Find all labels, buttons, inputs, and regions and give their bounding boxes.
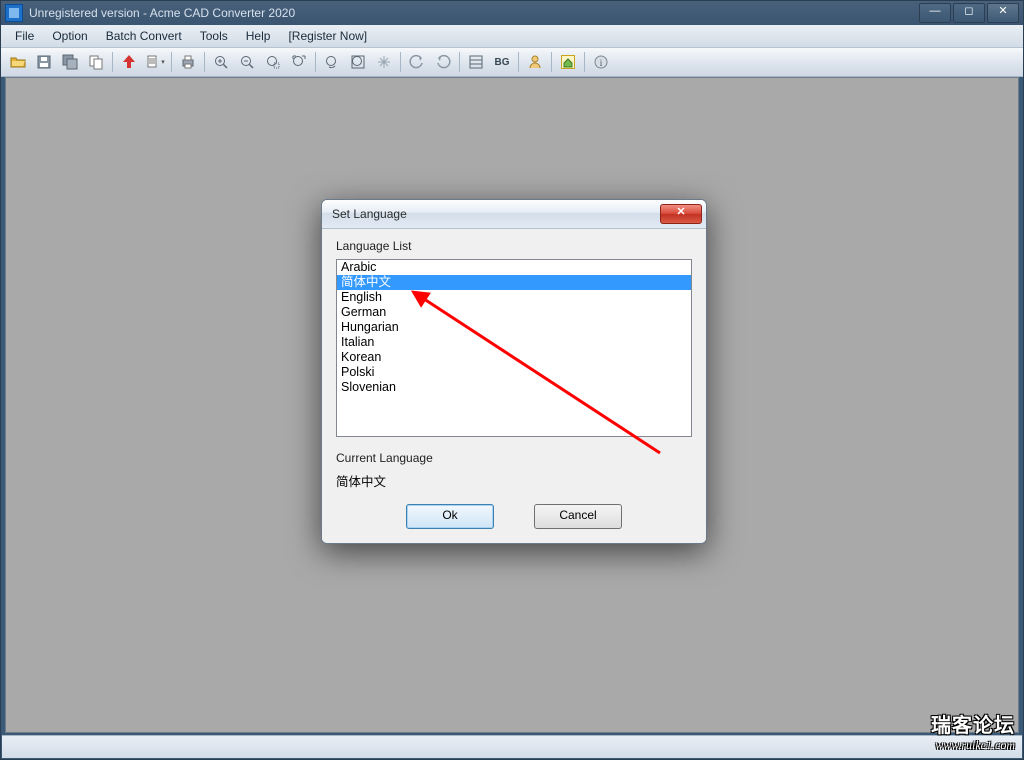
toolbar: ▾ BG i bbox=[1, 48, 1023, 77]
user-icon[interactable] bbox=[523, 50, 547, 74]
zoom-out-icon[interactable] bbox=[235, 50, 259, 74]
menu-option[interactable]: Option bbox=[44, 27, 95, 45]
watermark-text-1: 瑞客论坛 bbox=[931, 709, 1015, 738]
maximize-button[interactable]: ◻ bbox=[953, 3, 985, 23]
menu-help[interactable]: Help bbox=[238, 27, 279, 45]
toolbar-separator bbox=[204, 52, 205, 72]
watermark-text-2: www.ruike1.com bbox=[931, 738, 1015, 753]
pdf-export-icon[interactable] bbox=[117, 50, 141, 74]
zoom-extents-icon[interactable] bbox=[287, 50, 311, 74]
rotate-right-icon[interactable] bbox=[431, 50, 455, 74]
toolbar-separator bbox=[584, 52, 585, 72]
print-icon[interactable] bbox=[176, 50, 200, 74]
document-dropdown-icon[interactable]: ▾ bbox=[143, 50, 167, 74]
dialog-button-row: Ok Cancel bbox=[336, 504, 692, 529]
dialog-titlebar[interactable]: Set Language ✕ bbox=[322, 200, 706, 229]
toolbar-separator bbox=[171, 52, 172, 72]
watermark: 瑞客论坛 www.ruike1.com bbox=[931, 709, 1015, 753]
bg-color-button[interactable]: BG bbox=[490, 50, 514, 74]
current-language-value: 简体中文 bbox=[336, 471, 692, 490]
menu-file[interactable]: File bbox=[7, 27, 42, 45]
titlebar: Unregistered version - Acme CAD Converte… bbox=[1, 1, 1023, 25]
dialog-title: Set Language bbox=[332, 207, 660, 221]
menu-batch-convert[interactable]: Batch Convert bbox=[98, 27, 190, 45]
ok-button[interactable]: Ok bbox=[406, 504, 494, 529]
language-option[interactable]: Arabic bbox=[337, 260, 691, 275]
language-option[interactable]: 简体中文 bbox=[337, 275, 691, 290]
current-language-label: Current Language bbox=[336, 451, 692, 465]
language-option[interactable]: Polski bbox=[337, 365, 691, 380]
language-list-label: Language List bbox=[336, 239, 692, 253]
toolbar-separator bbox=[551, 52, 552, 72]
language-listbox[interactable]: Arabic简体中文EnglishGermanHungarianItalianK… bbox=[336, 259, 692, 437]
app-icon bbox=[5, 4, 23, 22]
menu-tools[interactable]: Tools bbox=[192, 27, 236, 45]
language-option[interactable]: German bbox=[337, 305, 691, 320]
set-language-dialog: Set Language ✕ Language List Arabic简体中文E… bbox=[321, 199, 707, 544]
dialog-close-button[interactable]: ✕ bbox=[660, 204, 702, 224]
dialog-body: Language List Arabic简体中文EnglishGermanHun… bbox=[322, 229, 706, 543]
menubar: File Option Batch Convert Tools Help [Re… bbox=[1, 25, 1023, 48]
info-icon[interactable]: i bbox=[589, 50, 613, 74]
zoom-window-icon[interactable] bbox=[261, 50, 285, 74]
close-button[interactable]: ✕ bbox=[987, 3, 1019, 23]
language-option[interactable]: Korean bbox=[337, 350, 691, 365]
save-all-icon[interactable] bbox=[58, 50, 82, 74]
toolbar-separator bbox=[400, 52, 401, 72]
home-icon[interactable] bbox=[556, 50, 580, 74]
copy-icon[interactable] bbox=[84, 50, 108, 74]
zoom-in-icon[interactable] bbox=[209, 50, 233, 74]
toolbar-separator bbox=[112, 52, 113, 72]
layers-icon[interactable] bbox=[464, 50, 488, 74]
zoom-all-icon[interactable] bbox=[346, 50, 370, 74]
zoom-previous-icon[interactable] bbox=[320, 50, 344, 74]
language-option[interactable]: Slovenian bbox=[337, 380, 691, 395]
cancel-button[interactable]: Cancel bbox=[534, 504, 622, 529]
rotate-left-icon[interactable] bbox=[405, 50, 429, 74]
language-option[interactable]: Italian bbox=[337, 335, 691, 350]
menu-register-now[interactable]: [Register Now] bbox=[280, 27, 375, 45]
statusbar bbox=[2, 735, 1022, 758]
main-window: Unregistered version - Acme CAD Converte… bbox=[0, 0, 1024, 760]
toolbar-separator bbox=[315, 52, 316, 72]
toolbar-separator bbox=[459, 52, 460, 72]
window-controls: — ◻ ✕ bbox=[919, 3, 1019, 23]
toolbar-separator bbox=[518, 52, 519, 72]
language-option[interactable]: Hungarian bbox=[337, 320, 691, 335]
minimize-button[interactable]: — bbox=[919, 3, 951, 23]
save-icon[interactable] bbox=[32, 50, 56, 74]
pan-icon[interactable] bbox=[372, 50, 396, 74]
language-option[interactable]: English bbox=[337, 290, 691, 305]
open-icon[interactable] bbox=[6, 50, 30, 74]
window-title: Unregistered version - Acme CAD Converte… bbox=[29, 6, 919, 20]
